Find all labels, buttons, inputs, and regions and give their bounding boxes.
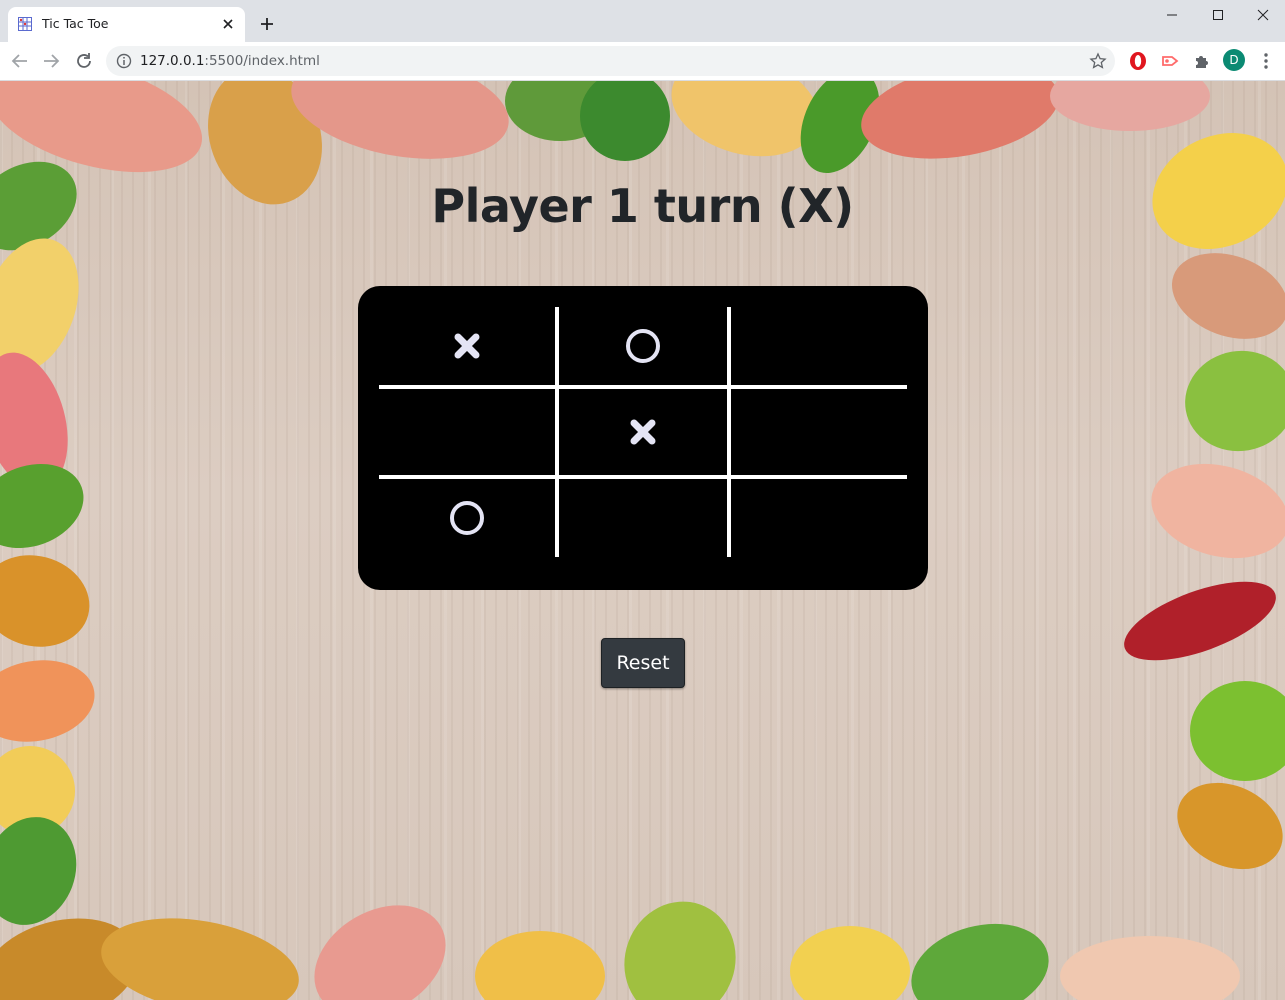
address-bar[interactable]: 127.0.0.1:5500/index.html — [106, 46, 1115, 76]
forward-arrow-icon[interactable] — [40, 50, 62, 72]
cell-0-0[interactable] — [379, 307, 555, 385]
cell-2-0[interactable] — [379, 479, 555, 557]
tab-title: Tic Tac Toe — [42, 16, 109, 31]
cell-0-2[interactable] — [731, 307, 907, 385]
cell-1-1[interactable] — [559, 389, 727, 475]
bookmark-star-icon[interactable] — [1089, 52, 1107, 70]
page-viewport: Player 1 turn (X) Reset — [0, 81, 1285, 1000]
minimize-icon — [1167, 14, 1177, 16]
reload-icon[interactable] — [73, 50, 95, 72]
game-board — [379, 307, 907, 557]
turn-status-heading: Player 1 turn (X) — [431, 179, 854, 233]
o-mark-icon — [626, 329, 660, 363]
profile-avatar[interactable]: D — [1223, 49, 1245, 71]
browser-menu-icon[interactable] — [1258, 50, 1274, 72]
grid-line-horizontal — [379, 385, 907, 389]
o-mark-icon — [450, 501, 484, 535]
minimize-button[interactable] — [1149, 0, 1195, 30]
cast-extension-icon[interactable] — [1159, 50, 1181, 72]
url-host: 127.0.0.1 — [140, 53, 205, 69]
cell-1-2[interactable] — [731, 389, 907, 475]
grid-line-vertical — [555, 307, 559, 557]
site-info-icon[interactable] — [116, 53, 132, 69]
cell-0-1[interactable] — [559, 307, 727, 385]
cell-2-1[interactable] — [559, 479, 727, 557]
new-tab-icon[interactable] — [258, 15, 276, 33]
reset-button[interactable]: Reset — [601, 638, 685, 688]
tictactoe-favicon-icon — [18, 17, 32, 31]
back-arrow-icon[interactable] — [9, 50, 31, 72]
window-close-button[interactable] — [1240, 0, 1285, 30]
url-text: 127.0.0.1:5500/index.html — [140, 53, 320, 69]
adblock-extension-icon[interactable] — [1127, 50, 1149, 72]
game-board-container — [358, 286, 928, 590]
grid-line-horizontal — [379, 475, 907, 479]
x-mark-icon — [454, 333, 480, 359]
extensions-puzzle-icon[interactable] — [1191, 50, 1213, 72]
grid-line-vertical — [727, 307, 731, 557]
browser-tab[interactable]: Tic Tac Toe — [8, 7, 245, 42]
maximize-button[interactable] — [1195, 0, 1241, 30]
maximize-icon — [1213, 10, 1223, 20]
browser-toolbar: 127.0.0.1:5500/index.html D — [0, 42, 1285, 81]
window-close-icon — [1257, 9, 1269, 21]
cell-2-2[interactable] — [731, 479, 907, 557]
close-tab-icon[interactable] — [219, 15, 237, 33]
cell-1-0[interactable] — [379, 389, 555, 475]
url-path: :5500/index.html — [204, 53, 320, 69]
tab-strip: Tic Tac Toe — [0, 0, 1285, 42]
x-mark-icon — [630, 419, 656, 445]
